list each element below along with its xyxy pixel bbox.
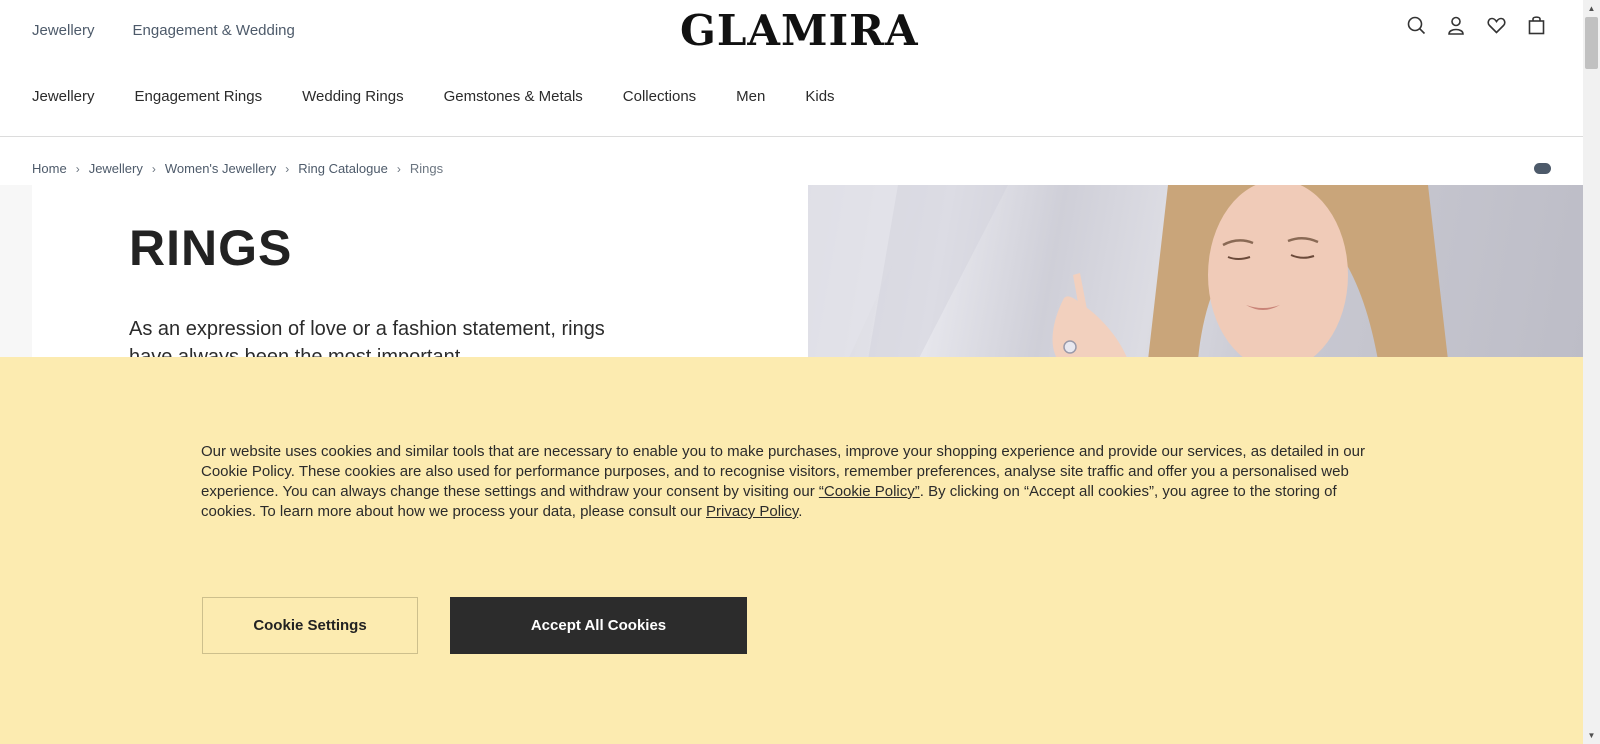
scroll-down-icon[interactable]: ▼ [1583, 727, 1600, 744]
cookie-banner: Our website uses cookies and similar too… [0, 357, 1583, 744]
model-photo [808, 185, 1448, 360]
breadcrumb-home[interactable]: Home [32, 161, 67, 176]
chevron-right-icon: › [75, 161, 80, 176]
nav-item-collections[interactable]: Collections [623, 88, 696, 105]
hero-text-panel: RINGS As an expression of love or a fash… [32, 185, 808, 360]
breadcrumb-current: Rings [409, 161, 444, 176]
glamira-logo[interactable]: GLAMIRA [680, 8, 918, 54]
chat-icon[interactable] [1534, 163, 1551, 174]
nav-item-gemstones-metals[interactable]: Gemstones & Metals [444, 88, 583, 105]
cookie-text: Our website uses cookies and similar too… [201, 442, 1391, 522]
nav-item-engagement-rings[interactable]: Engagement Rings [135, 88, 263, 105]
chevron-right-icon: › [151, 161, 156, 176]
breadcrumb-jewellery[interactable]: Jewellery [89, 161, 143, 176]
nav-item-kids[interactable]: Kids [805, 88, 834, 105]
chevron-right-icon: › [396, 161, 401, 176]
cookie-text-part-3: . [798, 503, 803, 520]
breadcrumb-womens-jewellery[interactable]: Women's Jewellery [165, 161, 276, 176]
cart-icon[interactable] [1525, 14, 1547, 36]
cookie-settings-button[interactable]: Cookie Settings [202, 597, 418, 654]
accept-all-cookies-button[interactable]: Accept All Cookies [450, 597, 747, 654]
nav-item-jewellery[interactable]: Jewellery [32, 88, 95, 105]
cookie-policy-link[interactable]: “Cookie Policy” [819, 483, 920, 500]
hero-image [808, 185, 1583, 360]
top-links: Jewellery Engagement & Wedding [32, 22, 295, 39]
wishlist-icon[interactable] [1485, 14, 1507, 36]
hero-description: As an expression of love or a fashion st… [129, 318, 605, 360]
privacy-policy-link[interactable]: Privacy Policy [706, 503, 798, 520]
account-icon[interactable] [1445, 14, 1467, 36]
breadcrumb: Home › Jewellery › Women's Jewellery › R… [32, 161, 443, 176]
scroll-up-icon[interactable]: ▲ [1583, 0, 1600, 17]
top-bar: Jewellery Engagement & Wedding GLAMIRA [0, 0, 1583, 64]
hero-strip [0, 185, 32, 360]
breadcrumb-ring-catalogue[interactable]: Ring Catalogue [298, 161, 388, 176]
top-link-jewellery[interactable]: Jewellery [32, 22, 95, 39]
chevron-right-icon: › [285, 161, 290, 176]
page-title: RINGS [129, 220, 293, 276]
search-icon[interactable] [1405, 14, 1427, 36]
nav-item-men[interactable]: Men [736, 88, 765, 105]
header-icons [1405, 14, 1547, 36]
nav-item-wedding-rings[interactable]: Wedding Rings [302, 88, 403, 105]
main-nav: Jewellery Engagement Rings Wedding Rings… [0, 64, 1583, 137]
scrollbar[interactable]: ▲ ▼ [1583, 0, 1600, 744]
top-link-engagement-wedding[interactable]: Engagement & Wedding [133, 22, 295, 39]
scroll-thumb[interactable] [1585, 17, 1598, 69]
